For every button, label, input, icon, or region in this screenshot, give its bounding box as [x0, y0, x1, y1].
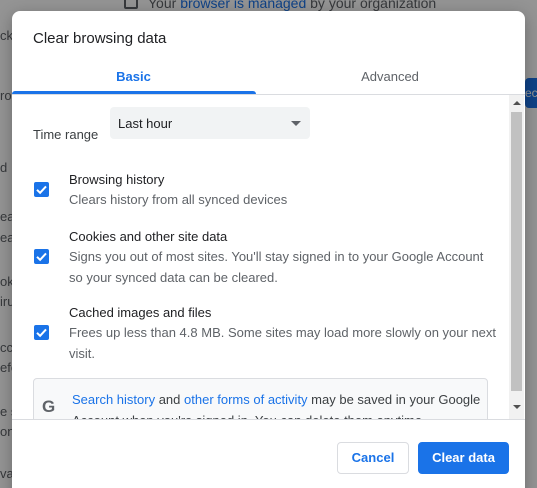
clear-data-button[interactable]: Clear data: [418, 442, 509, 474]
scroll-down-arrow-icon[interactable]: [513, 405, 521, 409]
option-title: Cached images and files: [69, 305, 212, 320]
info-text-part: and: [155, 392, 185, 407]
time-range-select[interactable]: Last hour: [110, 107, 310, 139]
dialog-title: Clear browsing data: [33, 30, 167, 47]
google-account-info-box: G Search history and other forms of acti…: [33, 378, 488, 419]
time-range-value: Last hour: [118, 116, 173, 131]
option-description: Signs you out of most sites. You'll stay…: [69, 249, 484, 285]
checkmark-icon: [36, 185, 47, 195]
cancel-button[interactable]: Cancel: [337, 442, 409, 474]
clear-browsing-data-dialog: Clear browsing data Basic Advanced Time …: [12, 11, 525, 488]
info-text: Search history and other forms of activi…: [72, 389, 482, 419]
scroll-up-arrow-icon[interactable]: [513, 101, 521, 105]
option-title: Browsing history: [69, 172, 165, 187]
browsing-history-checkbox[interactable]: [34, 182, 49, 197]
cached-images-checkbox[interactable]: [34, 325, 49, 340]
time-range-label: Time range: [33, 127, 99, 142]
checkmark-icon: [36, 252, 47, 262]
dropdown-arrow-icon: [291, 121, 301, 126]
scrollbar-thumb[interactable]: [511, 112, 522, 391]
cookies-checkbox[interactable]: [34, 249, 49, 264]
checkmark-icon: [36, 328, 47, 338]
content-scrollbar[interactable]: [509, 95, 524, 419]
option-description: Clears history from all synced devices: [69, 192, 288, 207]
dialog-content: Time range Last hour Browsing history Cl…: [12, 95, 511, 419]
option-title: Cookies and other site data: [69, 229, 228, 244]
footer-divider: [12, 419, 525, 420]
search-history-link[interactable]: Search history: [72, 392, 155, 407]
google-g-icon: G: [42, 397, 56, 416]
other-activity-link[interactable]: other forms of activity: [184, 392, 308, 407]
option-description: Frees up less than 4.8 MB. Some sites ma…: [69, 325, 497, 361]
